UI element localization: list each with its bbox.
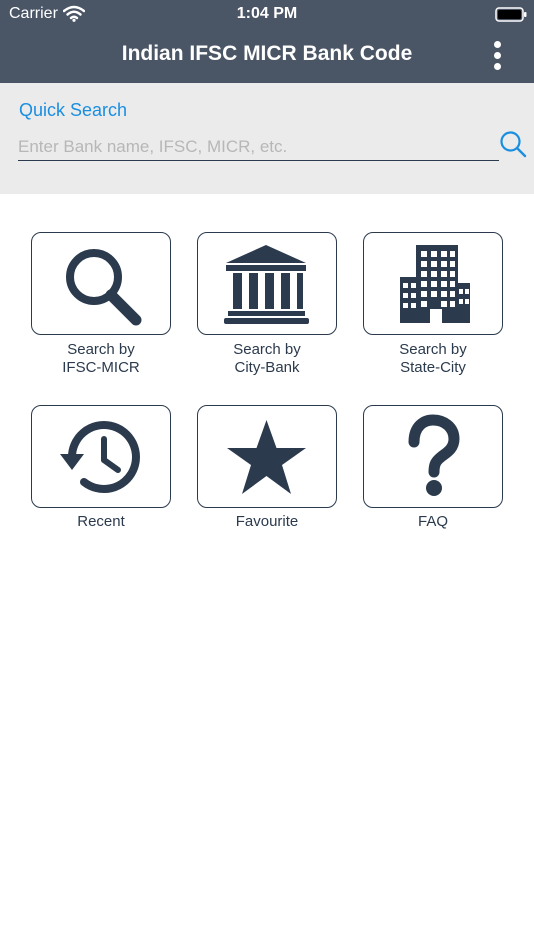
search-by-city-bank-button[interactable] <box>197 232 337 335</box>
tile-label-favourite: Favourite <box>192 513 342 531</box>
search-by-ifsc-micr-button[interactable] <box>31 232 171 335</box>
tile-label-ifsc-micr: Search by IFSC-MICR <box>26 341 176 377</box>
tile-label-line: FAQ <box>417 513 448 530</box>
tile-label-line: IFSC-MICR <box>62 359 140 376</box>
battery-icon <box>495 7 527 22</box>
faq-button[interactable] <box>363 405 503 508</box>
bank-building-icon <box>224 245 309 324</box>
tile-label-faq: FAQ <box>358 513 508 531</box>
tile-label-line: State-City <box>400 359 466 376</box>
history-icon <box>60 421 140 493</box>
status-time: 1:04 PM <box>236 5 298 22</box>
tile-label-line: Search by <box>233 341 301 358</box>
magnifier-icon <box>66 249 142 326</box>
tile-label-line: Search by <box>399 341 467 358</box>
star-icon <box>227 420 306 494</box>
favourite-button[interactable] <box>197 405 337 508</box>
more-dots-icon <box>494 63 501 70</box>
more-dots-icon <box>494 52 501 59</box>
office-buildings-icon <box>400 245 470 323</box>
tile-label-line: Recent <box>77 513 125 530</box>
quick-search-input[interactable] <box>18 133 499 161</box>
app-header: Carrier 1:04 PM Indian IFSC MICR Bank Co… <box>0 0 534 83</box>
tile-label-city-bank: Search by City-Bank <box>192 341 342 377</box>
app-title: Indian IFSC MICR Bank Code <box>121 42 413 65</box>
search-by-state-city-button[interactable] <box>363 232 503 335</box>
status-bar: Carrier 1:04 PM <box>0 0 534 30</box>
overflow-menu-button[interactable] <box>484 38 512 72</box>
tile-label-recent: Recent <box>26 513 176 531</box>
tile-label-line: Favourite <box>235 513 299 530</box>
recent-button[interactable] <box>31 405 171 508</box>
tile-label-line: City-Bank <box>234 359 300 376</box>
search-icon[interactable] <box>498 129 528 159</box>
tile-label-state-city: Search by State-City <box>358 341 508 377</box>
quick-search-label: Quick Search <box>19 100 128 120</box>
more-dots-icon <box>494 41 501 48</box>
tile-label-line: Search by <box>67 341 135 358</box>
quick-search-panel: Quick Search <box>0 83 534 194</box>
question-mark-icon <box>408 414 460 496</box>
